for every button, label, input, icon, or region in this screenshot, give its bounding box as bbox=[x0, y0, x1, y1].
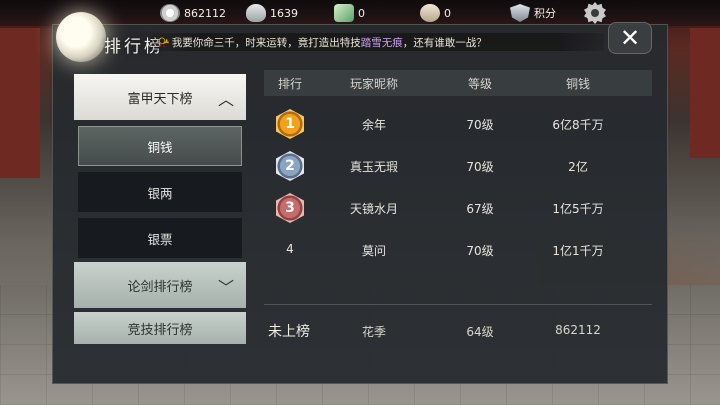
jade-ticket-icon bbox=[334, 4, 354, 22]
bronze-medal-icon: 3 bbox=[276, 193, 304, 223]
pot-icon bbox=[420, 4, 440, 22]
my-name: 花季 bbox=[361, 325, 387, 339]
player-name: 余年 bbox=[361, 118, 387, 132]
silver-bowl-icon bbox=[246, 4, 266, 22]
category-label: 竞技排行榜 bbox=[127, 322, 193, 338]
table-header: 排行 玩家昵称 等级 铜钱 bbox=[264, 70, 652, 96]
rank-number: 3 bbox=[285, 200, 295, 216]
table-row[interactable]: 4 莫问 70级 1亿1千万 bbox=[264, 230, 652, 270]
settings-gear-icon[interactable] bbox=[584, 2, 606, 24]
table-row[interactable]: 3 天镜水月 67级 1亿5千万 bbox=[264, 188, 652, 228]
header-name: 玩家昵称 bbox=[349, 77, 399, 91]
resource-value: 0 bbox=[358, 6, 365, 20]
chevron-up-icon: ︿ bbox=[217, 90, 234, 109]
header-rank: 排行 bbox=[277, 77, 303, 91]
rank-number: 4 bbox=[286, 242, 294, 256]
divider bbox=[264, 304, 652, 305]
my-rank-row: 未上榜 花季 64级 862112 bbox=[264, 312, 652, 350]
my-level: 64级 bbox=[466, 325, 494, 339]
subtab-silver[interactable]: 银两 bbox=[78, 172, 242, 212]
subtab-label: 银两 bbox=[147, 185, 173, 201]
subtab-label: 银票 bbox=[147, 231, 173, 247]
header-money: 铜钱 bbox=[565, 77, 591, 91]
category-wealth[interactable]: 富甲天下榜 ︿ bbox=[74, 74, 246, 120]
ticker-text-before: 我要你命三千，时来运转，竟打造出特技 bbox=[171, 36, 361, 49]
header-level: 等级 bbox=[467, 77, 493, 91]
close-icon: ✕ bbox=[619, 24, 641, 52]
resource-points[interactable]: 积分 bbox=[510, 3, 556, 23]
shield-icon bbox=[510, 4, 530, 22]
category-label: 论剑排行榜 bbox=[127, 279, 193, 295]
resource-pot[interactable]: 0 bbox=[420, 3, 451, 23]
category-arena[interactable]: 竞技排行榜 bbox=[74, 312, 246, 344]
gold-medal-icon: 1 bbox=[276, 109, 304, 139]
rank-number: 2 bbox=[285, 158, 295, 174]
ticker-highlight: 踏雪无痕 bbox=[360, 36, 403, 49]
table-row[interactable]: 1 余年 70级 6亿8千万 bbox=[264, 104, 652, 144]
my-money: 862112 bbox=[555, 323, 601, 337]
pillar-left bbox=[0, 28, 40, 178]
category-sword[interactable]: 论剑排行榜 ﹀ bbox=[74, 262, 246, 308]
resource-jade[interactable]: 0 bbox=[334, 3, 365, 23]
silver-medal-icon: 2 bbox=[276, 151, 304, 181]
resource-film[interactable]: 862112 bbox=[160, 3, 226, 23]
player-level: 70级 bbox=[466, 244, 494, 258]
film-reel-icon bbox=[160, 4, 180, 22]
moon-emblem bbox=[56, 12, 106, 62]
player-money: 1亿1千万 bbox=[552, 244, 604, 258]
player-name: 莫问 bbox=[361, 244, 387, 258]
player-level: 70级 bbox=[466, 118, 494, 132]
rank-number: 1 bbox=[285, 116, 295, 132]
player-level: 67级 bbox=[466, 202, 494, 216]
resource-bowl[interactable]: 1639 bbox=[246, 3, 298, 23]
resource-value: 0 bbox=[444, 6, 451, 20]
player-money: 1亿5千万 bbox=[552, 202, 604, 216]
player-name: 天镜水月 bbox=[349, 202, 399, 216]
resource-value: 862112 bbox=[184, 6, 226, 20]
player-money: 2亿 bbox=[568, 160, 588, 174]
resource-value: 1639 bbox=[270, 6, 298, 20]
table-row[interactable]: 2 真玉无瑕 70级 2亿 bbox=[264, 146, 652, 186]
chevron-down-icon: ﹀ bbox=[217, 278, 234, 297]
subtab-copper[interactable]: 铜钱 bbox=[78, 126, 242, 166]
player-name: 真玉无瑕 bbox=[349, 160, 399, 174]
subtab-banknote[interactable]: 银票 bbox=[78, 218, 242, 258]
resource-value: 积分 bbox=[534, 7, 556, 20]
horn-icon: 📯 bbox=[156, 35, 170, 49]
subtab-label: 铜钱 bbox=[147, 139, 173, 155]
category-label: 富甲天下榜 bbox=[127, 91, 193, 107]
pillar-right bbox=[690, 28, 720, 158]
close-button[interactable]: ✕ bbox=[608, 22, 652, 54]
ticker-text-after: ，还有谁敢一战？ bbox=[402, 36, 487, 49]
broadcast-ticker: 📯 我要你命三千，时来运转，竟打造出特技 踏雪无痕 ，还有谁敢一战？ bbox=[152, 33, 604, 51]
player-money: 6亿8千万 bbox=[552, 118, 604, 132]
player-level: 70级 bbox=[466, 160, 494, 174]
my-rank-label: 未上榜 bbox=[268, 324, 310, 340]
